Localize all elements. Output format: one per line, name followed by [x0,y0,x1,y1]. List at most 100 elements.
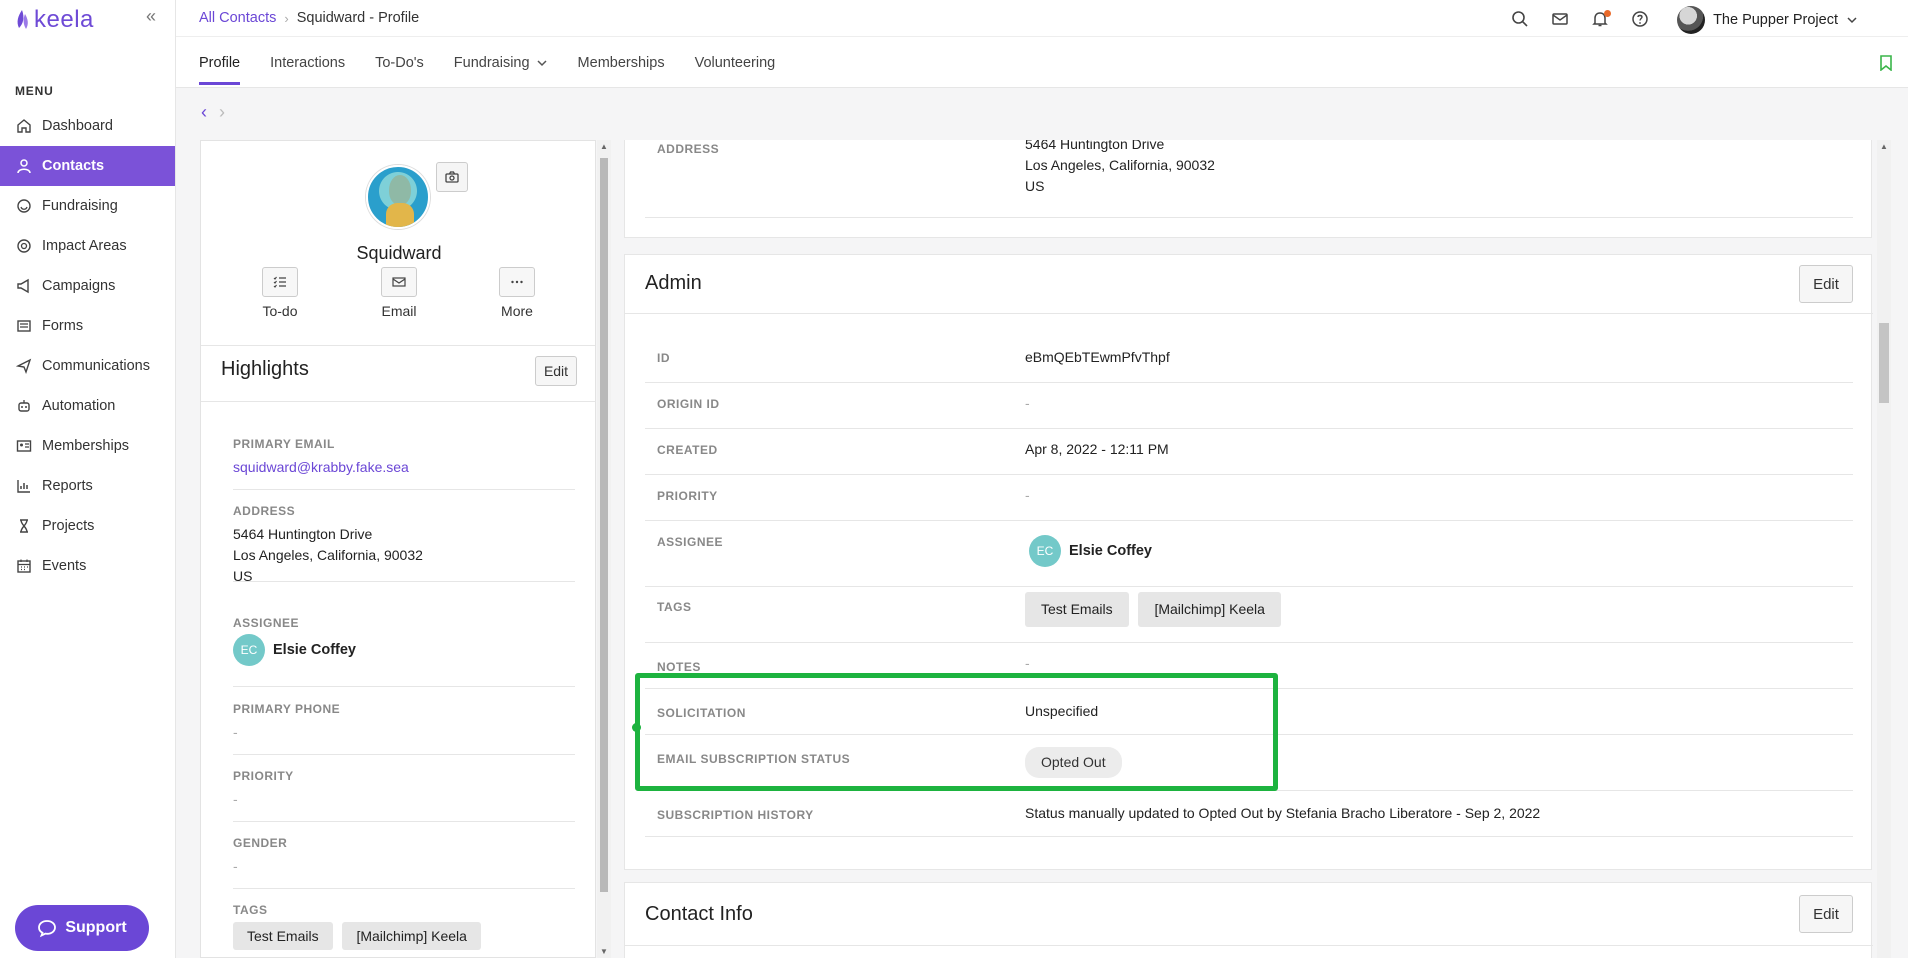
highlight-primary-email: PRIMARY EMAIL squidward@krabby.fake.sea [233,437,575,490]
scroll-up-icon[interactable]: ▲ [600,142,608,151]
more-button[interactable] [499,267,535,297]
person-icon [17,159,31,174]
notification-dot [1604,10,1612,17]
support-button[interactable]: Support [15,905,149,951]
more-label: More [501,303,533,319]
tab-todos[interactable]: To-Do's [375,55,424,85]
profile-avatar [366,165,430,229]
tab-memberships[interactable]: Memberships [578,55,665,85]
sidebar-item-contacts[interactable]: Contacts [0,146,175,186]
tab-fundraising[interactable]: Fundraising [454,55,548,85]
admin-row-tags: TAGS Test Emails [Mailchimp] Keela [645,587,1853,643]
field-label: SOLICITATION [657,706,746,720]
profile-panel-scrollbar[interactable]: ▲ ▼ [597,140,611,958]
field-value: Status manually updated to Opted Out by … [1025,805,1541,821]
camera-icon [445,171,459,183]
field-label: EMAIL SUBSCRIPTION STATUS [657,752,851,766]
field-label: PRIORITY [657,489,718,503]
scrollbar-thumb[interactable] [600,158,608,892]
scroll-up-icon[interactable]: ▲ [1880,142,1888,151]
bell-icon[interactable] [1591,10,1612,30]
field-label: ASSIGNEE [233,616,300,630]
address-line: 5464 Huntington Drive [233,526,373,542]
address-line: Los Angeles, California, 90032 [1025,157,1215,173]
contact-info-card: Contact Info Edit [624,882,1873,958]
scroll-down-icon[interactable]: ▼ [600,947,608,956]
tab-interactions[interactable]: Interactions [270,55,345,85]
content-area: ‹ › Squidward To-do Email More Highlight… [176,88,1908,958]
address-line: US [1025,178,1045,194]
tag-list: Test Emails [Mailchimp] Keela [1025,592,1287,627]
robot-icon [18,400,30,412]
sidebar-item-reports[interactable]: Reports [0,466,175,506]
sidebar-item-memberships[interactable]: Memberships [0,426,175,466]
highlight-annotation-dot [632,723,641,732]
help-icon[interactable] [1631,10,1651,30]
divider [625,313,1873,314]
admin-row-notes: NOTES - [645,643,1853,689]
sidebar-item-fundraising[interactable]: Fundraising [0,186,175,226]
sidebar-item-campaigns[interactable]: Campaigns [0,266,175,306]
hourglass-icon [20,519,28,533]
breadcrumb-current: Squidward - Profile [296,10,420,26]
sidebar-item-dashboard[interactable]: Dashboard [0,106,175,146]
chevron-right-icon: › [284,10,289,26]
collapse-sidebar-icon[interactable]: « [141,7,161,27]
sidebar-item-forms[interactable]: Forms [0,306,175,346]
previous-record-icon[interactable]: ‹ [201,102,207,123]
breadcrumb-all-contacts[interactable]: All Contacts [199,10,276,26]
tag[interactable]: [Mailchimp] Keela [1138,592,1281,627]
sidebar-item-events[interactable]: Events [0,546,175,586]
change-photo-button[interactable] [436,162,468,192]
admin-row-email-subscription-status: EMAIL SUBSCRIPTION STATUS Opted Out [645,735,1853,791]
details-panel-scrollbar[interactable]: ▲ [1877,140,1891,958]
todo-action: To-do [240,267,320,319]
contact-info-edit-button[interactable]: Edit [1799,895,1853,933]
checklist-icon [273,276,286,288]
field-value: - [233,858,238,874]
search-icon[interactable] [1511,10,1531,30]
ellipsis-icon [511,280,523,284]
donation-icon [17,199,31,213]
status-badge: Opted Out [1025,747,1122,778]
sidebar-item-impact-areas[interactable]: Impact Areas [0,226,175,266]
chevron-down-icon [1847,17,1857,24]
primary-email-link[interactable]: squidward@krabby.fake.sea [233,457,575,478]
calendar-icon [17,559,31,573]
sidebar-item-projects[interactable]: Projects [0,506,175,546]
org-switcher[interactable]: The Pupper Project [1677,6,1858,34]
tab-volunteering[interactable]: Volunteering [695,55,776,85]
highlight-gender: GENDER - [233,836,575,889]
keela-logo[interactable]: keela [14,6,94,34]
divider [201,401,595,402]
todo-button[interactable] [262,267,298,297]
id-card-icon [16,440,32,452]
sidebar-item-label: Campaigns [42,278,116,294]
top-icons: The Pupper Project [1511,6,1858,34]
tab-label: To-Do's [375,55,424,71]
envelope-icon [392,277,406,287]
field-label: CREATED [657,443,718,457]
scrollbar-thumb[interactable] [1879,323,1889,403]
profile-panel: Squidward To-do Email More Highlights Ed… [200,140,596,958]
admin-edit-button[interactable]: Edit [1799,265,1853,303]
tag[interactable]: [Mailchimp] Keela [342,922,481,950]
tab-profile[interactable]: Profile [199,55,241,85]
bookmark-icon[interactable] [1880,55,1892,71]
megaphone-icon [17,278,29,294]
divider [625,945,1873,946]
mail-icon[interactable] [1551,10,1571,30]
highlights-edit-button[interactable]: Edit [535,356,577,386]
sidebar-item-automation[interactable]: Automation [0,386,175,426]
sidebar-item-label: Reports [42,478,93,494]
admin-row-subscription-history: SUBSCRIPTION HISTORY Status manually upd… [645,791,1853,837]
sidebar-item-communications[interactable]: Communications [0,346,175,386]
tag[interactable]: Test Emails [1025,592,1129,627]
email-button[interactable] [381,267,417,297]
assignee-name: Elsie Coffey [1069,543,1152,559]
highlight-primary-phone: PRIMARY PHONE - [233,702,575,755]
next-record-icon[interactable]: › [219,102,225,123]
breadcrumb: All Contacts › Squidward - Profile [199,10,419,26]
tag[interactable]: Test Emails [233,922,333,950]
avatar: EC [1029,535,1061,567]
